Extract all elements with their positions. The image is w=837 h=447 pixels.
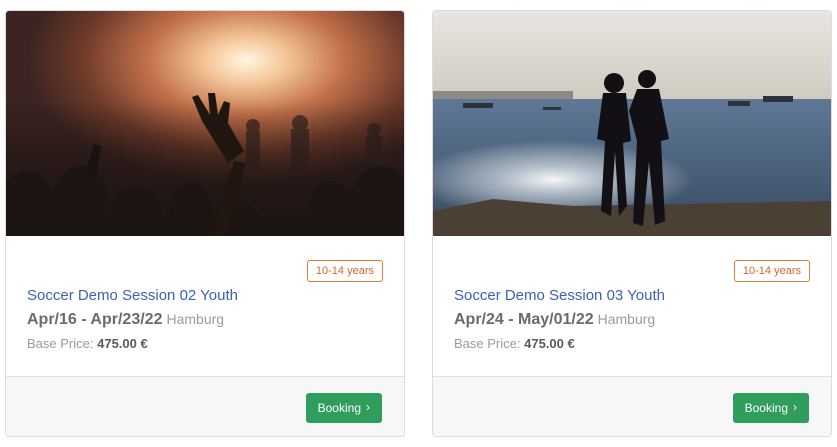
event-title-link[interactable]: Soccer Demo Session 02 Youth (27, 287, 238, 304)
base-price-label: Base Price: (454, 336, 521, 351)
chevron-right-icon: › (793, 400, 797, 414)
event-dates: Apr/24 - May/01/22 (454, 311, 594, 328)
base-price-row: Base Price: 475.00 € (27, 336, 148, 351)
age-range-badge: 10-14 years (306, 260, 383, 282)
chevron-right-icon: › (366, 400, 370, 414)
event-location: Hamburg (597, 311, 656, 327)
card-footer: Booking › (433, 376, 831, 436)
age-range-badge: 10-14 years (733, 260, 810, 282)
event-image-concert[interactable] (6, 11, 404, 236)
base-price-value: 475.00 € (524, 336, 575, 351)
base-price-value: 475.00 € (97, 336, 148, 351)
event-location: Hamburg (166, 311, 225, 327)
event-dates-row: Apr/16 - Apr/23/22 Hamburg (27, 311, 224, 329)
event-dates-row: Apr/24 - May/01/22 Hamburg (454, 311, 655, 329)
booking-button-label: Booking (744, 401, 788, 415)
event-card: 10-14 years Soccer Demo Session 02 Youth… (5, 10, 405, 437)
base-price-row: Base Price: 475.00 € (454, 336, 575, 351)
booking-button[interactable]: Booking › (305, 393, 382, 423)
event-dates: Apr/16 - Apr/23/22 (27, 311, 163, 328)
booking-button[interactable]: Booking › (732, 393, 809, 423)
card-footer: Booking › (6, 376, 404, 436)
event-image-seaside[interactable] (433, 11, 831, 236)
event-title-link[interactable]: Soccer Demo Session 03 Youth (454, 287, 665, 304)
base-price-label: Base Price: (27, 336, 94, 351)
event-card: 10-14 years Soccer Demo Session 03 Youth… (432, 10, 832, 437)
booking-button-label: Booking (317, 401, 361, 415)
